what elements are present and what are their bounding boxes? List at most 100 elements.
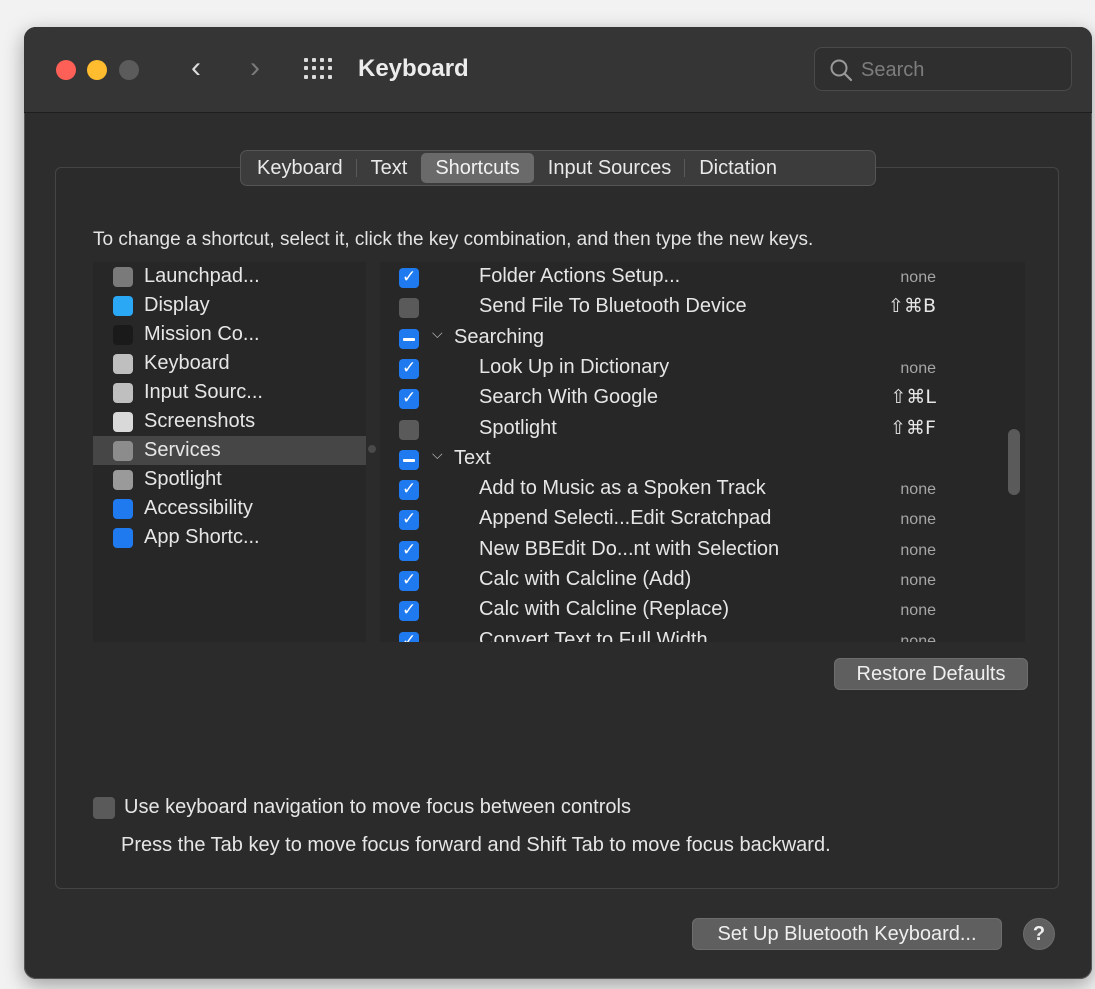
shortcut-row[interactable]: Add to Music as a Spoken Track none xyxy=(380,474,1000,504)
shortcut-checkbox[interactable] xyxy=(399,267,419,288)
title-bar: ‹ › Keyboard xyxy=(24,27,1092,113)
shortcut-checkbox[interactable] xyxy=(399,328,419,349)
category-label: Services xyxy=(144,439,221,461)
display-icon xyxy=(113,295,133,316)
instructions-text: To change a shortcut, select it, click t… xyxy=(93,229,814,250)
shortcut-list-scrollbar[interactable] xyxy=(1008,429,1020,495)
tab-input-sources[interactable]: Input Sources xyxy=(534,153,686,183)
shortcut-row[interactable]: Calc with Calcline (Add) none xyxy=(380,565,1000,595)
category-list[interactable]: Launchpad... Display Mission Co... Keyboard… xyxy=(93,262,366,642)
shortcut-key-combo[interactable]: none xyxy=(900,481,936,499)
search-field[interactable] xyxy=(814,47,1072,91)
shortcut-group-label: Text xyxy=(454,446,491,469)
shortcut-checkbox[interactable] xyxy=(399,479,419,501)
category-label: Keyboard xyxy=(144,352,230,374)
back-chevron-icon[interactable]: ‹ xyxy=(181,51,211,87)
shortcut-row[interactable]: New BBEdit Do...nt with Selection none xyxy=(380,535,1000,565)
shortcut-row[interactable]: Search With Google ⇧⌘L xyxy=(380,383,1000,413)
help-button[interactable]: ? xyxy=(1023,918,1055,950)
keyboard-navigation-label[interactable]: Use keyboard navigation to move focus be… xyxy=(124,796,631,819)
screenshots-icon xyxy=(113,411,133,432)
shortcut-label: Append Selecti...Edit Scratchpad xyxy=(479,507,772,530)
split-view-divider[interactable] xyxy=(368,445,376,453)
category-item[interactable]: Keyboard xyxy=(93,349,366,378)
shortcut-checkbox[interactable] xyxy=(399,388,419,410)
shortcut-key-combo[interactable]: none xyxy=(900,542,936,560)
shortcut-row[interactable]: Append Selecti...Edit Scratchpad none xyxy=(380,504,1000,534)
category-label: Mission Co... xyxy=(144,323,260,345)
category-item[interactable]: Input Sourc... xyxy=(93,378,366,407)
minimize-window-button[interactable] xyxy=(87,60,107,80)
category-item[interactable]: Screenshots xyxy=(93,407,366,436)
restore-defaults-button[interactable]: Restore Defaults xyxy=(834,658,1028,690)
tab-bar: Keyboard Text Shortcuts Input Sources Dictat… xyxy=(240,150,876,186)
shortcut-checkbox[interactable] xyxy=(399,570,419,591)
category-label: Spotlight xyxy=(144,468,222,490)
tab-dictation[interactable]: Dictation xyxy=(685,153,791,183)
shortcut-checkbox[interactable] xyxy=(399,449,419,470)
shortcut-key-combo[interactable]: none xyxy=(900,572,936,590)
keyboard-navigation-checkbox[interactable] xyxy=(93,797,115,819)
shortcut-group-row[interactable]: ⌵ Searching xyxy=(380,323,1000,353)
shortcut-key-combo[interactable]: none xyxy=(900,511,936,529)
shortcut-checkbox[interactable] xyxy=(399,509,419,531)
zoom-window-button[interactable] xyxy=(119,60,139,80)
category-item[interactable]: Launchpad... xyxy=(93,262,366,291)
shortcut-group-row[interactable]: ⌵ Text xyxy=(380,444,1000,474)
shortcut-row[interactable]: Spotlight ⇧⌘F xyxy=(380,414,1000,444)
shortcut-key-combo[interactable]: ⇧⌘F xyxy=(890,417,936,439)
search-icon xyxy=(830,59,853,82)
keyboard-navigation-hint: Press the Tab key to move focus forward … xyxy=(121,834,831,856)
shortcut-label: Add to Music as a Spoken Track xyxy=(479,477,766,500)
category-item[interactable]: Display xyxy=(93,291,366,320)
keyboard-icon xyxy=(113,353,133,374)
close-window-button[interactable] xyxy=(56,60,76,80)
shortcut-key-combo[interactable]: ⇧⌘B xyxy=(888,295,936,317)
shortcut-key-combo[interactable]: none xyxy=(900,602,936,620)
shortcut-group-label: Searching xyxy=(454,325,545,348)
search-input[interactable] xyxy=(861,56,1061,84)
category-label: Input Sourc... xyxy=(144,381,263,403)
shortcut-checkbox[interactable] xyxy=(399,358,419,379)
shortcut-list[interactable]: Folder Actions Setup... none Send File To … xyxy=(380,262,1025,642)
tab-shortcuts[interactable]: Shortcuts xyxy=(421,153,534,183)
shortcut-row[interactable]: Convert Text to Full Width none xyxy=(380,626,1000,642)
mission-control-icon xyxy=(113,324,133,345)
shortcut-row[interactable]: Folder Actions Setup... none xyxy=(380,262,1000,292)
shortcut-row[interactable]: Look Up in Dictionary none xyxy=(380,353,1000,383)
category-item[interactable]: Accessibility xyxy=(93,494,366,523)
shortcut-checkbox[interactable] xyxy=(399,298,419,319)
shortcut-checkbox[interactable] xyxy=(399,419,419,440)
shortcut-label: Look Up in Dictionary xyxy=(479,355,670,378)
launchpad-icon xyxy=(113,266,133,287)
shortcut-label: Convert Text to Full Width xyxy=(479,628,708,642)
category-label: Launchpad... xyxy=(144,265,260,287)
category-item[interactable]: Services xyxy=(93,436,366,465)
forward-chevron-icon[interactable]: › xyxy=(240,51,270,87)
tab-keyboard[interactable]: Keyboard xyxy=(243,153,357,183)
shortcut-label: Send File To Bluetooth Device xyxy=(479,295,747,318)
shortcut-row[interactable]: Calc with Calcline (Replace) none xyxy=(380,595,1000,625)
setup-bluetooth-keyboard-button[interactable]: Set Up Bluetooth Keyboard... xyxy=(692,918,1002,950)
show-all-grid-icon[interactable] xyxy=(304,58,334,80)
tab-text[interactable]: Text xyxy=(357,153,422,183)
category-item[interactable]: Mission Co... xyxy=(93,320,366,349)
disclosure-chevron-icon[interactable]: ⌵ xyxy=(432,325,443,342)
category-label: Display xyxy=(144,294,210,316)
shortcut-key-combo[interactable]: none xyxy=(900,360,936,378)
shortcut-key-combo[interactable]: none xyxy=(900,633,936,642)
shortcut-checkbox[interactable] xyxy=(399,600,419,622)
category-item[interactable]: Spotlight xyxy=(93,465,366,494)
preferences-window: ‹ › Keyboard KeyboardTextShortcutsInput … xyxy=(24,27,1092,979)
category-item[interactable]: App Shortc... xyxy=(93,523,366,552)
app-shortcuts-icon xyxy=(113,527,133,548)
shortcut-label: Spotlight xyxy=(479,416,557,439)
shortcut-checkbox[interactable] xyxy=(399,631,419,642)
shortcut-row[interactable]: Send File To Bluetooth Device ⇧⌘B xyxy=(380,292,1000,322)
disclosure-chevron-icon[interactable]: ⌵ xyxy=(432,446,443,463)
shortcut-key-combo[interactable]: ⇧⌘L xyxy=(890,386,936,408)
shortcut-checkbox[interactable] xyxy=(399,540,419,561)
shortcut-key-combo[interactable]: none xyxy=(900,269,936,287)
category-label: Screenshots xyxy=(144,410,256,432)
shortcut-label: Folder Actions Setup... xyxy=(479,265,681,287)
